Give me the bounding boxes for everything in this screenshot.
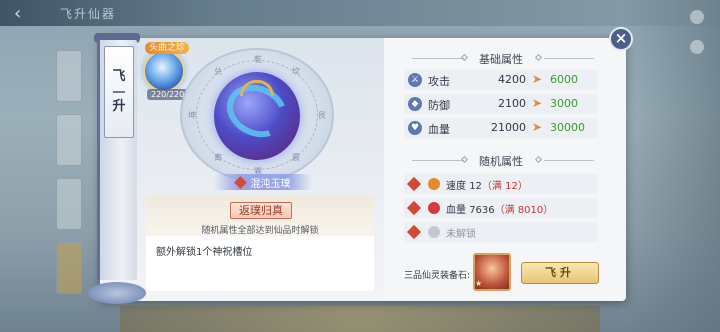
- random-attribute-value: 12: [469, 181, 482, 192]
- tab-feisheng[interactable]: 飞 升: [104, 46, 134, 138]
- section-divider: [544, 58, 594, 59]
- wheel-glyph: 离: [214, 153, 222, 162]
- mini-orb-badge: 头曲之珍: [145, 42, 190, 54]
- background-tabs: [56, 50, 84, 306]
- random-attribute-text: 速度 12（满 12）: [446, 177, 528, 192]
- arrow-right-icon: ➤: [532, 96, 543, 110]
- shield-icon: ◆: [408, 97, 422, 111]
- stat-current: 2100: [498, 97, 526, 110]
- heart-icon: [428, 202, 440, 214]
- background-tab: [56, 114, 82, 166]
- random-attribute-value: 7636: [469, 205, 495, 216]
- tab-divider: [113, 91, 125, 93]
- random-row-hp: 血量 7636（满 8010）: [404, 198, 598, 218]
- section-divider: [544, 160, 594, 161]
- arrow-right-icon: ➤: [532, 120, 543, 134]
- mini-orb-icon[interactable]: [143, 50, 185, 92]
- random-row-speed: 速度 12（满 12）: [404, 174, 598, 194]
- equip-stone-label: 三品仙灵装备石:: [404, 271, 471, 281]
- random-attribute-name: 血量: [446, 205, 466, 216]
- treasure-name: 混沌玉璞: [250, 178, 291, 190]
- stat-next: 6000: [550, 73, 578, 86]
- random-attributes-title: 随机属性: [479, 155, 523, 168]
- red-gem-icon: [406, 200, 422, 216]
- tab-label: 飞: [112, 69, 126, 84]
- section-divider: [412, 58, 464, 59]
- feisheng-button[interactable]: 飞升: [521, 262, 599, 284]
- top-bar: ‹ 飞升仙器: [0, 0, 720, 26]
- background-tab: [56, 50, 82, 102]
- wheel-glyph: 乾: [254, 55, 262, 64]
- background-tab: [56, 178, 82, 230]
- random-attribute-max: （满 12）: [481, 181, 528, 192]
- stat-row-attack: ⚔ 攻击 4200 ➤ 6000: [404, 70, 598, 90]
- section-divider: [412, 160, 464, 161]
- stat-name: 防御: [428, 99, 450, 112]
- background-bottom-bar: [120, 306, 600, 332]
- background-icon: [690, 10, 704, 24]
- stat-current: 4200: [498, 73, 526, 86]
- special-effect-text: 额外解锁1个神祝槽位: [156, 247, 253, 258]
- stat-next: 30000: [550, 121, 585, 134]
- treasure-name-plate: 混沌玉璞: [214, 174, 312, 190]
- random-row-locked: 未解锁: [404, 222, 598, 242]
- stat-row-defense: ◆ 防御 2100 ➤ 3000: [404, 94, 598, 114]
- background-right: [620, 0, 720, 332]
- special-effect-subtitle: 随机属性全部达到仙品时解锁: [201, 226, 319, 236]
- cloud-ornament: [88, 282, 146, 304]
- basic-attributes-title: 基础属性: [479, 53, 523, 66]
- random-attribute-name: 速度: [446, 181, 466, 192]
- wheel-glyph: 坤: [188, 111, 196, 120]
- back-arrow-icon[interactable]: ‹: [14, 3, 34, 24]
- lock-icon: [428, 226, 440, 238]
- sword-icon: ⚔: [408, 73, 422, 87]
- stat-name: 血量: [428, 123, 450, 136]
- wheel-glyph: 兑: [214, 67, 222, 76]
- heart-icon: ♥: [408, 121, 422, 135]
- arrow-right-icon: ➤: [532, 72, 543, 86]
- stat-current: 21000: [491, 121, 526, 134]
- red-gem-icon: [233, 175, 247, 189]
- wheel-glyph: 艮: [318, 111, 326, 120]
- background-icon: [690, 40, 704, 54]
- random-attribute-text: 血量 7636（满 8010）: [446, 201, 553, 216]
- close-icon[interactable]: ×: [609, 27, 633, 51]
- red-gem-icon: [406, 224, 422, 240]
- random-attribute-max: （满 8010）: [494, 205, 554, 216]
- random-attribute-name: 未解锁: [446, 229, 476, 240]
- background-tab: [56, 242, 82, 294]
- tab-label: 升: [112, 99, 126, 114]
- stat-row-hp: ♥ 血量 21000 ➤ 30000: [404, 118, 598, 138]
- stat-next: 3000: [550, 97, 578, 110]
- speed-icon: [428, 178, 440, 190]
- page-title: 飞升仙器: [60, 7, 117, 21]
- star-icon: ★: [475, 279, 483, 288]
- wheel-glyph: 坎: [292, 67, 300, 76]
- special-effect-title: 返璞归真: [230, 202, 292, 219]
- red-gem-icon: [406, 176, 422, 192]
- wheel-glyph: 震: [292, 153, 300, 162]
- stat-name: 攻击: [428, 75, 450, 88]
